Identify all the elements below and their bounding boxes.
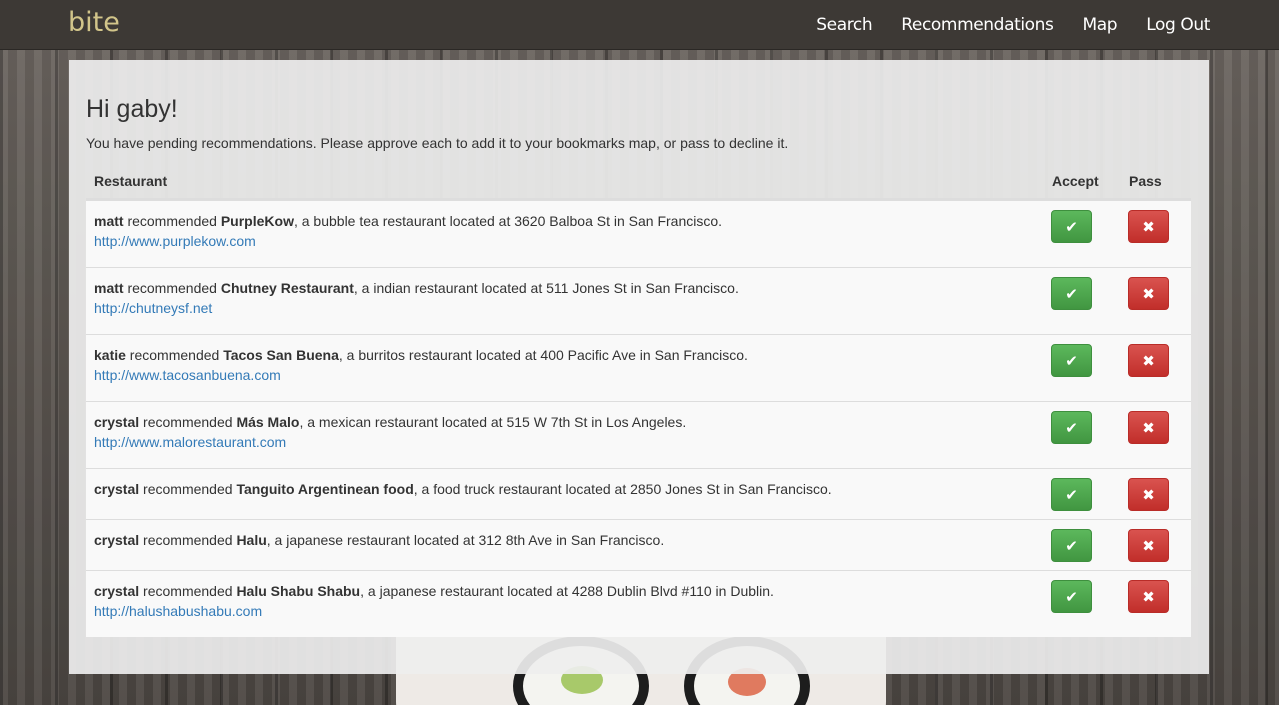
pass-button[interactable]: ✖ (1128, 277, 1169, 310)
table-row: crystal recommended Halu Shabu Shabu, a … (86, 570, 1191, 637)
restaurant-name: Tanguito Argentinean food (236, 481, 414, 497)
recommended-verb: recommended (123, 280, 221, 296)
check-icon: ✔ (1065, 218, 1078, 236)
header-accept: Accept (1052, 173, 1099, 189)
table-body: matt recommended PurpleKow, a bubble tea… (86, 200, 1191, 637)
restaurant-detail: , a japanese restaurant located at 4288 … (360, 583, 774, 599)
top-navbar: bite Search Recommendations Map Log Out (0, 0, 1279, 50)
recommender-name: crystal (94, 414, 140, 430)
header-restaurant: Restaurant (94, 173, 168, 189)
recommended-verb: recommended (125, 347, 224, 363)
restaurant-link[interactable]: http://chutneysf.net (94, 298, 212, 318)
pass-button[interactable]: ✖ (1128, 478, 1169, 511)
recommended-verb: recommended (139, 481, 237, 497)
accept-button[interactable]: ✔ (1051, 210, 1092, 243)
restaurant-detail: , a bubble tea restaurant located at 362… (293, 213, 723, 229)
recommender-name: katie (94, 347, 126, 363)
restaurant-link[interactable]: http://halushabushabu.com (94, 601, 262, 621)
recommendations-table: Restaurant Accept Pass matt recommended … (86, 165, 1191, 637)
check-icon: ✔ (1065, 537, 1078, 555)
close-icon: ✖ (1142, 285, 1155, 303)
main-panel: Hi gaby! You have pending recommendation… (69, 60, 1209, 674)
restaurant-detail: , a burritos restaurant located at 400 P… (338, 347, 748, 363)
check-icon: ✔ (1065, 352, 1078, 370)
close-icon: ✖ (1142, 419, 1155, 437)
recommended-verb: recommended (123, 213, 221, 229)
check-icon: ✔ (1065, 285, 1078, 303)
pass-button[interactable]: ✖ (1128, 344, 1169, 377)
restaurant-detail: , a food truck restaurant located at 285… (413, 481, 832, 497)
accept-button[interactable]: ✔ (1051, 580, 1092, 613)
table-row: crystal recommended Halu, a japanese res… (86, 519, 1191, 570)
recommendation-text: matt recommended Chutney Restaurant, a i… (94, 278, 1024, 298)
accept-button[interactable]: ✔ (1051, 478, 1092, 511)
check-icon: ✔ (1065, 419, 1078, 437)
recommended-verb: recommended (139, 414, 237, 430)
restaurant-name: Halu (236, 532, 267, 548)
recommendation-text: crystal recommended Tanguito Argentinean… (94, 479, 1024, 499)
restaurant-link[interactable]: http://www.tacosanbuena.com (94, 365, 281, 385)
pass-button[interactable]: ✖ (1128, 210, 1169, 243)
close-icon: ✖ (1142, 588, 1155, 606)
restaurant-name: Más Malo (236, 414, 300, 430)
recommended-verb: recommended (139, 583, 237, 599)
table-header: Restaurant Accept Pass (86, 165, 1191, 200)
header-pass: Pass (1129, 173, 1162, 189)
recommendation-text: crystal recommended Halu Shabu Shabu, a … (94, 581, 1024, 601)
page-title: Hi gaby! (86, 95, 178, 123)
table-row: matt recommended PurpleKow, a bubble tea… (86, 200, 1191, 267)
table-row: matt recommended Chutney Restaurant, a i… (86, 267, 1191, 334)
recommendation-text: katie recommended Tacos San Buena, a bur… (94, 345, 1024, 365)
pass-button[interactable]: ✖ (1128, 411, 1169, 444)
accept-button[interactable]: ✔ (1051, 411, 1092, 444)
nav-link-logout[interactable]: Log Out (1146, 15, 1210, 35)
restaurant-name: Tacos San Buena (223, 347, 339, 363)
recommended-verb: recommended (139, 532, 237, 548)
accept-button[interactable]: ✔ (1051, 277, 1092, 310)
close-icon: ✖ (1142, 537, 1155, 555)
table-row: crystal recommended Más Malo, a mexican … (86, 401, 1191, 468)
recommender-name: matt (94, 280, 124, 296)
pass-button[interactable]: ✖ (1128, 580, 1169, 613)
restaurant-name: Chutney Restaurant (220, 280, 354, 296)
intro-text: You have pending recommendations. Please… (86, 135, 789, 151)
recommender-name: crystal (94, 481, 140, 497)
nav-link-recommendations[interactable]: Recommendations (901, 15, 1054, 35)
restaurant-link[interactable]: http://www.malorestaurant.com (94, 432, 286, 452)
accept-button[interactable]: ✔ (1051, 529, 1092, 562)
brand-logo[interactable]: bite (68, 7, 120, 38)
close-icon: ✖ (1142, 352, 1155, 370)
nav-link-search[interactable]: Search (816, 15, 872, 35)
accept-button[interactable]: ✔ (1051, 344, 1092, 377)
table-row: crystal recommended Tanguito Argentinean… (86, 468, 1191, 519)
nav-links: Search Recommendations Map Log Out (816, 0, 1210, 50)
close-icon: ✖ (1142, 218, 1155, 236)
restaurant-detail: , a indian restaurant located at 511 Jon… (353, 280, 739, 296)
restaurant-detail: , a mexican restaurant located at 515 W … (299, 414, 687, 430)
pass-button[interactable]: ✖ (1128, 529, 1169, 562)
table-row: katie recommended Tacos San Buena, a bur… (86, 334, 1191, 401)
check-icon: ✔ (1065, 588, 1078, 606)
nav-link-map[interactable]: Map (1083, 15, 1118, 35)
check-icon: ✔ (1065, 486, 1078, 504)
restaurant-name: Halu Shabu Shabu (236, 583, 361, 599)
restaurant-link[interactable]: http://www.purplekow.com (94, 231, 256, 251)
recommender-name: matt (94, 213, 124, 229)
restaurant-detail: , a japanese restaurant located at 312 8… (266, 532, 665, 548)
recommendation-text: matt recommended PurpleKow, a bubble tea… (94, 211, 1024, 231)
recommender-name: crystal (94, 583, 140, 599)
recommender-name: crystal (94, 532, 140, 548)
restaurant-name: PurpleKow (220, 213, 294, 229)
close-icon: ✖ (1142, 486, 1155, 504)
recommendation-text: crystal recommended Más Malo, a mexican … (94, 412, 1024, 432)
recommendation-text: crystal recommended Halu, a japanese res… (94, 530, 1024, 550)
